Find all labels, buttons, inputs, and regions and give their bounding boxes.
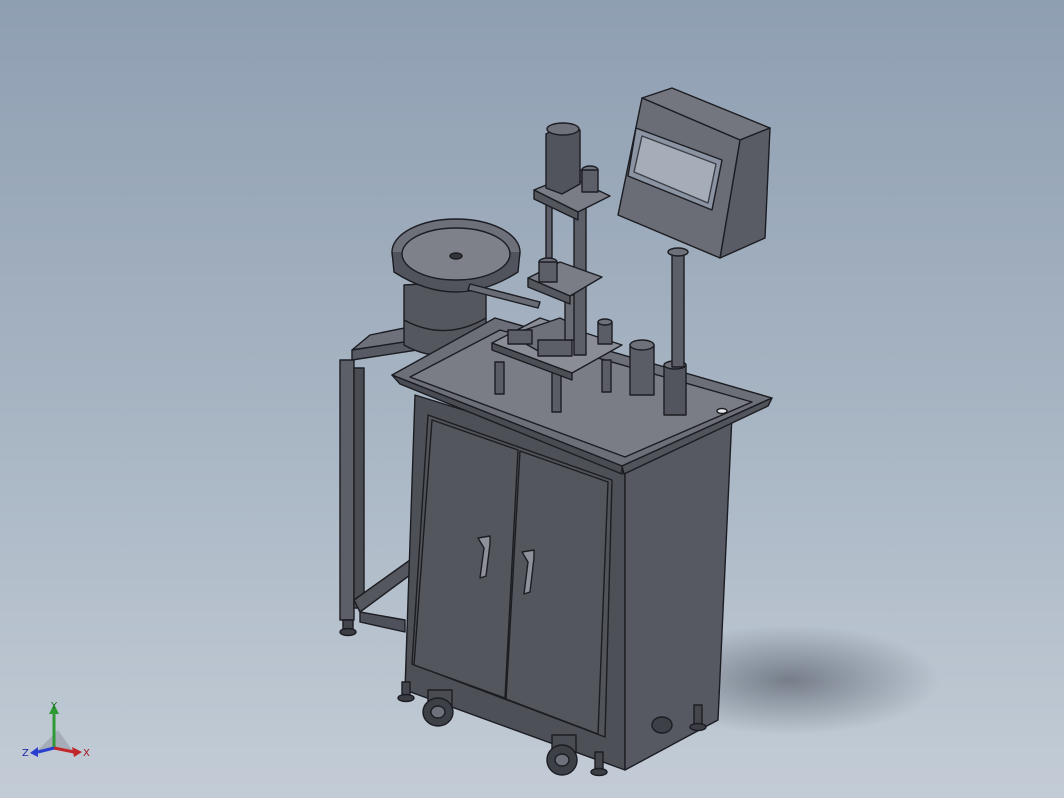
z-axis-label: Z [22,748,29,759]
left-door[interactable] [413,419,519,699]
y-axis-label: Y [50,701,58,712]
cad-viewport[interactable]: Y X Z [0,0,1064,798]
x-axis-label: X [83,748,90,759]
right-door[interactable] [505,450,609,735]
axis-triad: Y X Z [22,701,90,759]
machine-3d-model[interactable] [0,0,1064,798]
